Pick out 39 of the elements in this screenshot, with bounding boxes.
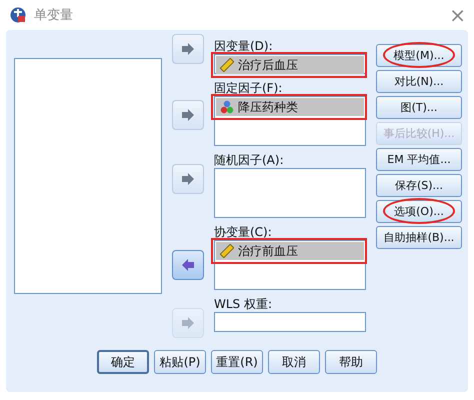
window-title: 单变量 (34, 7, 74, 24)
app-icon (10, 7, 26, 23)
dialog-button[interactable]: 模型(M)... (376, 44, 462, 67)
field-label: 随机因子(A): (214, 152, 285, 168)
nominal-variable-icon (220, 100, 234, 114)
dialog-button[interactable]: 图(T)... (376, 96, 462, 119)
ruler-icon (220, 244, 234, 258)
dialog-button[interactable]: 帮助 (325, 350, 377, 374)
move-button[interactable] (172, 34, 204, 64)
arrow-right-icon (181, 173, 195, 185)
dialog-button[interactable]: 粘贴(P) (154, 350, 206, 374)
variable-field[interactable]: 降压药种类 (214, 96, 366, 146)
move-button[interactable] (172, 250, 204, 280)
dialog-button[interactable]: 自助抽样(B)... (376, 226, 462, 249)
dialog-button[interactable]: 取消 (268, 350, 320, 374)
variable-field[interactable] (214, 312, 366, 332)
variable-field[interactable]: 治疗前血压 (214, 240, 366, 290)
move-button[interactable] (172, 100, 204, 130)
variable-field[interactable] (214, 168, 366, 218)
dialog-button[interactable]: 确定 (97, 350, 149, 374)
dialog-button[interactable]: 选项(O)... (376, 200, 462, 223)
move-button[interactable] (172, 164, 204, 194)
variable-item[interactable]: 降压药种类 (216, 98, 364, 116)
field-label: WLS 权重: (214, 296, 274, 312)
dialog-button[interactable]: EM 平均值... (376, 148, 462, 171)
field-label: 固定因子(F): (214, 80, 284, 96)
arrow-left-icon (181, 259, 195, 271)
field-label: 协变量(C): (214, 224, 273, 240)
variable-item[interactable]: 治疗前血压 (216, 242, 364, 260)
dialog-button[interactable]: 保存(S)... (376, 174, 462, 197)
arrow-right-icon (181, 43, 195, 55)
dialog-button[interactable]: 对比(N)... (376, 70, 462, 93)
dialog-button[interactable]: 重置(R) (211, 350, 263, 374)
ruler-icon (220, 58, 234, 72)
arrow-right-icon (181, 317, 195, 329)
variable-list[interactable] (14, 58, 162, 294)
arrow-right-icon (181, 109, 195, 121)
close-button[interactable]: × (449, 3, 466, 27)
field-label: 因变量(D): (214, 38, 274, 54)
